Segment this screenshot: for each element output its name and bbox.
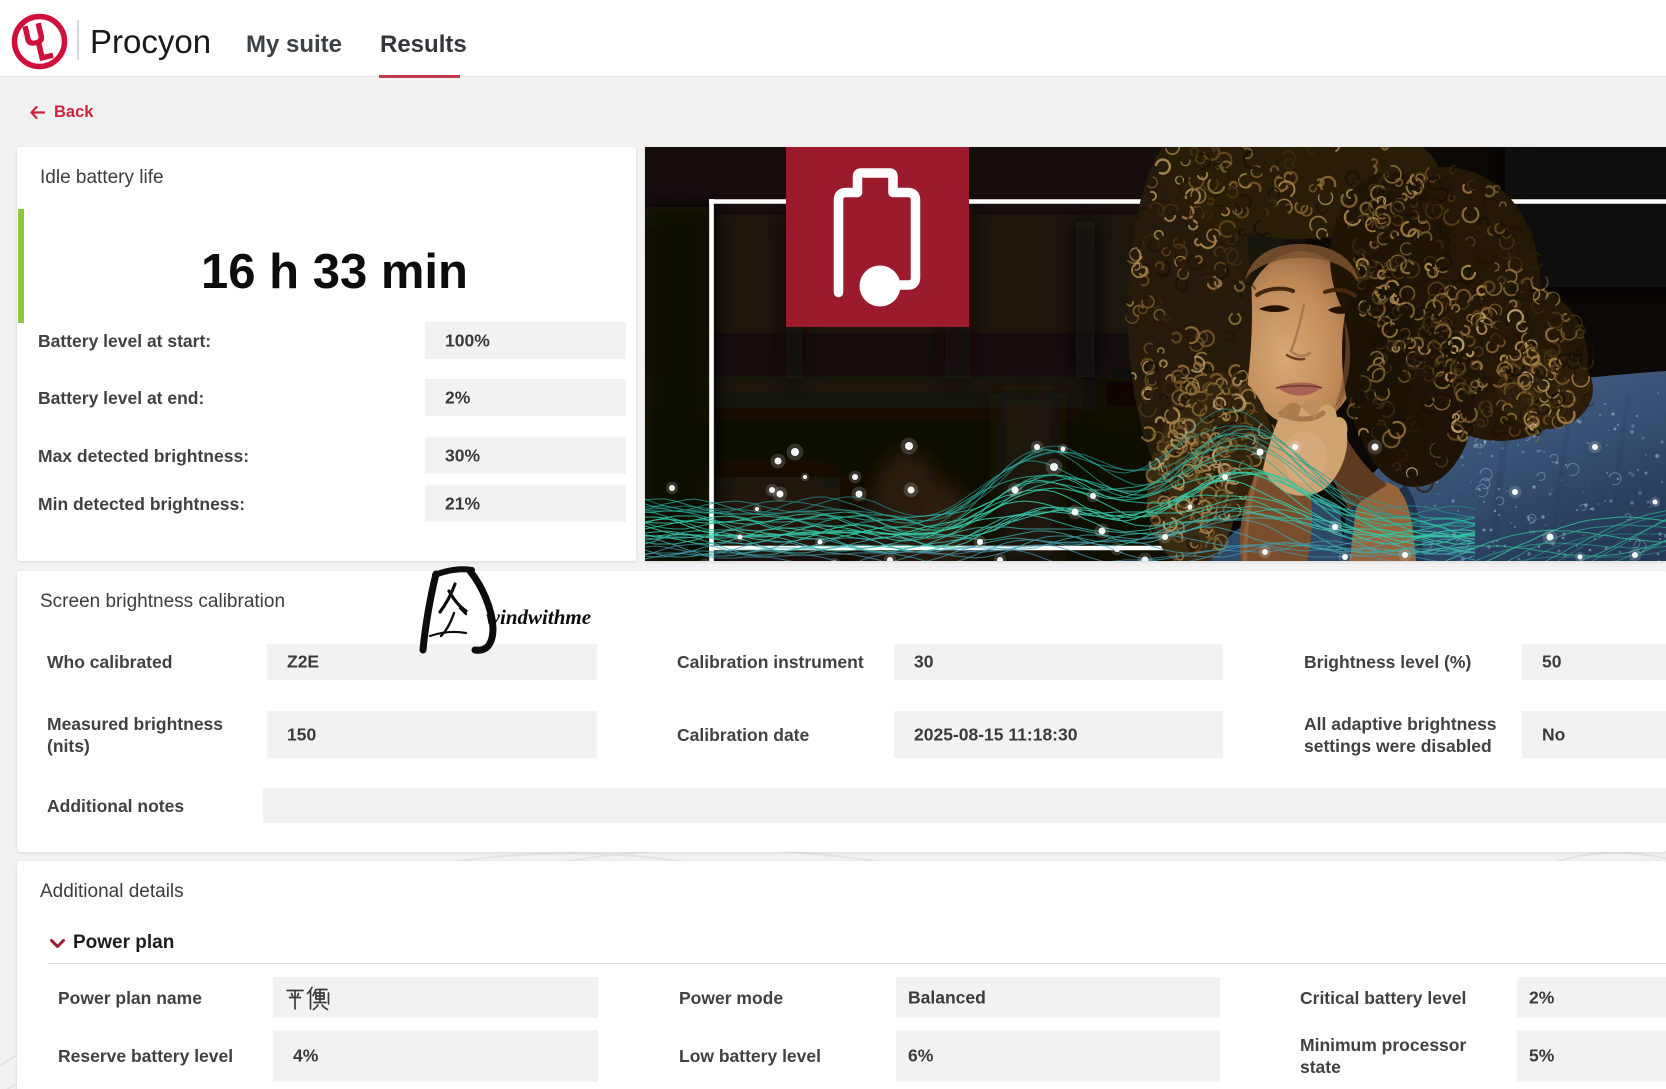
svg-text:windwithme: windwithme bbox=[486, 605, 591, 629]
